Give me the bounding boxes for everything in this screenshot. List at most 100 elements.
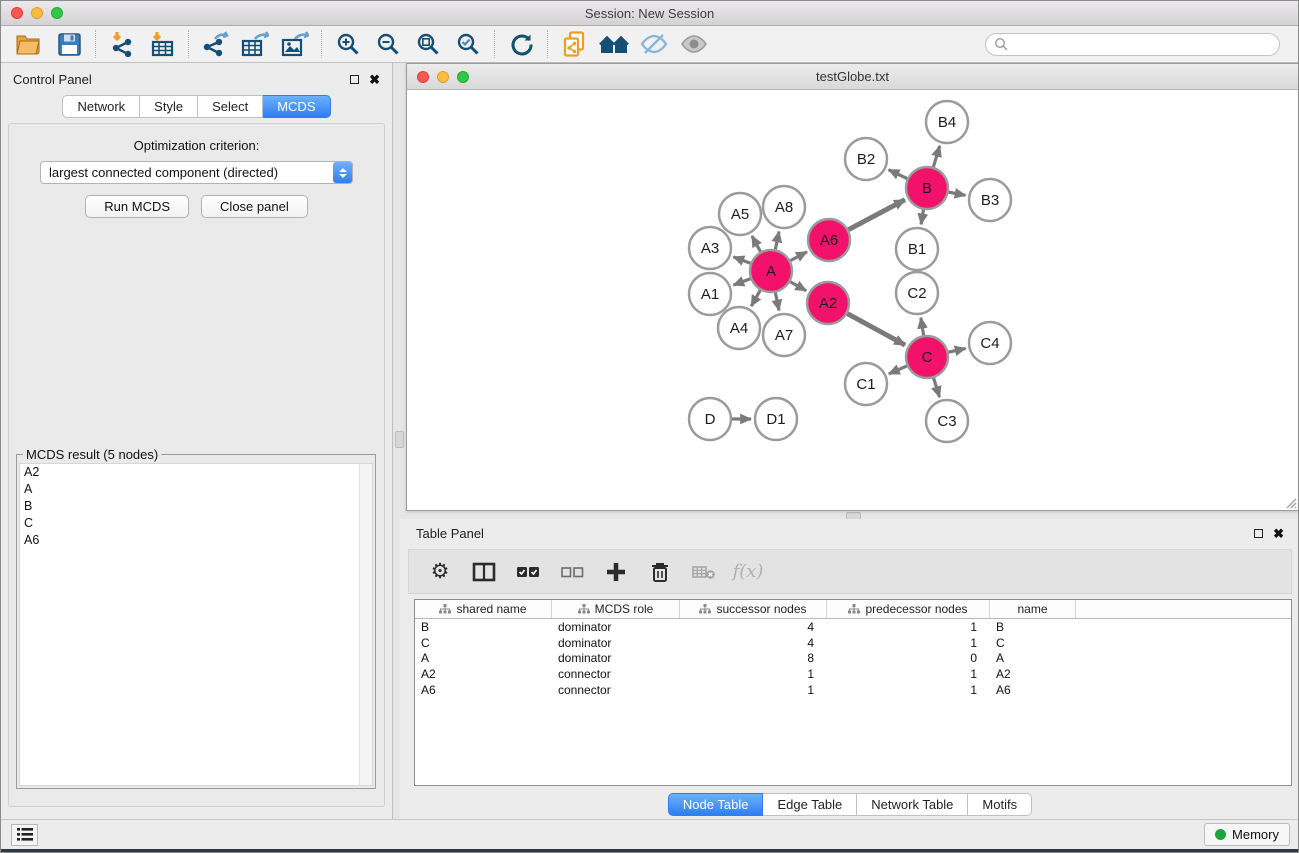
export-network-icon[interactable] (195, 29, 235, 59)
float-table-panel-icon[interactable] (1254, 529, 1263, 538)
graph-edge-A2-C[interactable] (847, 314, 905, 345)
tab-mcds[interactable]: MCDS (263, 95, 330, 118)
function-builder-icon: f(x) (733, 557, 763, 587)
network-window-title: testGlobe.txt (407, 69, 1298, 84)
graph-edge-B-B1[interactable] (921, 210, 923, 225)
export-image-icon[interactable] (275, 29, 315, 59)
network-documents-icon[interactable] (554, 29, 594, 59)
table-row[interactable]: Bdominator41B (415, 619, 1291, 635)
control-panel-title: Control Panel (13, 72, 92, 87)
list-icon (17, 828, 33, 841)
graph-edge-A-A6[interactable] (790, 252, 807, 261)
table-row[interactable]: Cdominator41C (415, 635, 1291, 651)
tab-style[interactable]: Style (140, 95, 198, 118)
apply-layout-icon[interactable] (501, 29, 541, 59)
table-row[interactable]: A6connector11A6 (415, 682, 1291, 698)
table-cell: A (415, 651, 552, 667)
table-row[interactable]: A2connector11A2 (415, 666, 1291, 682)
zoom-selected-icon[interactable] (448, 29, 488, 59)
graph-edge-A-A3[interactable] (733, 257, 750, 263)
export-table-icon[interactable] (235, 29, 275, 59)
tab-motifs[interactable]: Motifs (968, 793, 1032, 816)
import-table-icon[interactable] (142, 29, 182, 59)
column-header-predecessor-nodes[interactable]: predecessor nodes (827, 600, 990, 618)
add-column-icon[interactable] (601, 557, 631, 587)
import-network-icon[interactable] (102, 29, 142, 59)
graph-edge-C-C1[interactable] (889, 366, 907, 374)
memory-button[interactable]: Memory (1204, 823, 1290, 846)
tab-node-table[interactable]: Node Table (668, 793, 764, 816)
graph-edge-A-A5[interactable] (752, 236, 761, 252)
zoom-in-icon[interactable] (328, 29, 368, 59)
result-list-item[interactable]: A2 (20, 464, 372, 481)
table-cell: 1 (680, 682, 827, 698)
first-neighbors-icon[interactable] (594, 29, 634, 59)
optimization-criterion-select[interactable]: largest connected component (directed) (40, 161, 353, 184)
search-input[interactable] (985, 33, 1280, 56)
window-resize-grip[interactable] (1283, 495, 1297, 509)
network-window-titlebar[interactable]: testGlobe.txt (407, 64, 1298, 90)
zoom-out-icon[interactable] (368, 29, 408, 59)
memory-label: Memory (1232, 827, 1279, 842)
column-header-MCDS-role[interactable]: MCDS role (552, 600, 680, 618)
graph-edge-B-B4[interactable] (933, 146, 939, 167)
graph-edge-A-A8[interactable] (775, 231, 779, 249)
table-settings-icon[interactable]: ⚙ (425, 557, 455, 587)
graph-edge-A-A7[interactable] (775, 293, 779, 311)
column-header-name[interactable]: name (990, 600, 1076, 618)
table-panel-tabs: Node TableEdge TableNetwork TableMotifs (400, 793, 1299, 816)
save-session-icon[interactable] (49, 29, 89, 59)
graph-edge-C-C4[interactable] (948, 348, 965, 352)
toolbar-separator (321, 30, 322, 58)
table-cell: B (990, 619, 1076, 635)
open-session-icon[interactable] (9, 29, 49, 59)
graph-edge-C-C2[interactable] (921, 318, 924, 336)
select-all-columns-icon[interactable] (513, 557, 543, 587)
mcds-panel: Optimization criterion: largest connecte… (8, 123, 385, 807)
column-header-label: shared name (456, 602, 526, 616)
graph-edge-B-B3[interactable] (949, 192, 966, 195)
column-header-successor-nodes[interactable]: successor nodes (680, 600, 827, 618)
tab-network-table[interactable]: Network Table (857, 793, 968, 816)
tab-edge-table[interactable]: Edge Table (763, 793, 857, 816)
delete-columns-icon[interactable] (645, 557, 675, 587)
network-canvas[interactable]: AA1A2A3A4A5A6A7A8BB1B2B3B4CC1C2C3C4DD1 (407, 90, 1298, 510)
unselect-all-columns-icon[interactable] (557, 557, 587, 587)
vertical-splitter-handle[interactable] (395, 431, 404, 448)
table-row[interactable]: Adominator80A (415, 651, 1291, 667)
application-window: Session: New Session (0, 0, 1299, 853)
tab-select[interactable]: Select (198, 95, 263, 118)
node-table: shared name MCDS rolesuccessor nodesprede… (414, 599, 1292, 786)
graph-edge-B-B2[interactable] (889, 170, 908, 179)
close-panel-button[interactable]: Close panel (201, 195, 308, 218)
show-all-icon[interactable] (674, 29, 714, 59)
graph-edge-C-C3[interactable] (934, 378, 940, 397)
graph-node-label: C (922, 349, 933, 366)
graph-edge-A-A1[interactable] (733, 279, 750, 285)
tab-network[interactable]: Network (62, 95, 140, 118)
show-columns-icon[interactable] (469, 557, 499, 587)
mcds-result-list[interactable]: A2ABCA6 (19, 463, 373, 786)
graph-node-label: B2 (857, 151, 875, 168)
task-history-button[interactable] (11, 824, 38, 846)
graph-edge-A6-B[interactable] (848, 200, 904, 230)
result-list-item[interactable]: B (20, 498, 372, 515)
desktop-background (1, 849, 1298, 853)
graph-node-label: C1 (856, 376, 875, 393)
result-list-item[interactable]: A6 (20, 532, 372, 549)
zoom-fit-icon[interactable] (408, 29, 448, 59)
result-list-item[interactable]: A (20, 481, 372, 498)
result-scrollbar[interactable] (359, 464, 372, 785)
run-mcds-button[interactable]: Run MCDS (85, 195, 189, 218)
graph-node-label: B (922, 180, 932, 197)
float-panel-icon[interactable] (350, 75, 359, 84)
close-panel-icon[interactable]: ✖ (369, 75, 380, 84)
graph-edge-A-A4[interactable] (751, 290, 760, 306)
hide-selected-icon[interactable] (634, 29, 674, 59)
graph-node-label: A2 (819, 295, 837, 312)
column-header-shared-name[interactable]: shared name (415, 600, 552, 618)
graph-edge-A-A2[interactable] (790, 282, 806, 291)
result-list-item[interactable]: C (20, 515, 372, 532)
close-table-panel-icon[interactable]: ✖ (1273, 529, 1284, 538)
table-toolbar: ⚙ f(x) (408, 549, 1292, 594)
